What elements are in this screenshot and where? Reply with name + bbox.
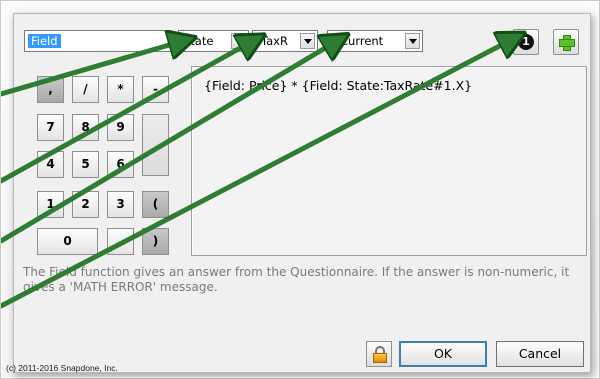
tax-dropdown[interactable]: TaxR (252, 30, 318, 52)
tax-dropdown-value: TaxR (261, 34, 288, 48)
chevron-down-icon[interactable] (405, 33, 420, 49)
state-dropdown-value: State (183, 34, 214, 48)
key-1[interactable]: 1 (37, 191, 64, 218)
info-circle-icon: 1 (518, 34, 534, 50)
key-8[interactable]: 8 (72, 114, 99, 141)
info-button[interactable]: 1 (513, 29, 539, 55)
lock-button[interactable] (366, 341, 392, 367)
screenshot-frame: Field State TaxR Current 1 , / * - 7 8 9… (0, 0, 600, 379)
chevron-down-icon[interactable] (300, 33, 315, 49)
function-help-text: The Field function gives an answer from … (23, 265, 570, 294)
key-7[interactable]: 7 (37, 114, 64, 141)
key-open-paren[interactable]: ( (142, 191, 169, 218)
cancel-button[interactable]: Cancel (496, 341, 584, 367)
plus-icon (559, 35, 575, 51)
period-dropdown[interactable]: Current (327, 30, 423, 52)
state-dropdown[interactable]: State (178, 30, 249, 52)
key-divide[interactable]: / (72, 76, 99, 103)
key-3[interactable]: 3 (107, 191, 134, 218)
key-minus[interactable]: - (142, 76, 169, 103)
key-6[interactable]: 6 (107, 151, 134, 178)
ok-button[interactable]: OK (399, 341, 487, 367)
formula-editor[interactable]: {Field: Price} * {Field: State:TaxRate#1… (191, 66, 587, 256)
copyright-text: (c) 2011-2016 Snapdone, Inc. (6, 363, 118, 373)
key-comma[interactable]: , (37, 76, 64, 103)
chevron-down-icon[interactable] (231, 33, 246, 49)
key-decimal[interactable]: . (107, 228, 134, 255)
key-0[interactable]: 0 (37, 228, 98, 255)
padlock-icon (373, 346, 387, 363)
formula-text: {Field: Price} * {Field: State:TaxRate#1… (204, 78, 473, 93)
key-9[interactable]: 9 (107, 114, 134, 141)
key-multiply[interactable]: * (107, 76, 134, 103)
add-button[interactable] (553, 29, 579, 55)
function-select-value: Field (28, 34, 61, 48)
key-blank[interactable] (142, 114, 169, 176)
key-4[interactable]: 4 (37, 151, 64, 178)
key-5[interactable]: 5 (72, 151, 99, 178)
key-close-paren[interactable]: ) (142, 228, 169, 255)
period-dropdown-value: Current (340, 34, 384, 48)
key-2[interactable]: 2 (72, 191, 99, 218)
function-select[interactable]: Field (24, 30, 172, 52)
